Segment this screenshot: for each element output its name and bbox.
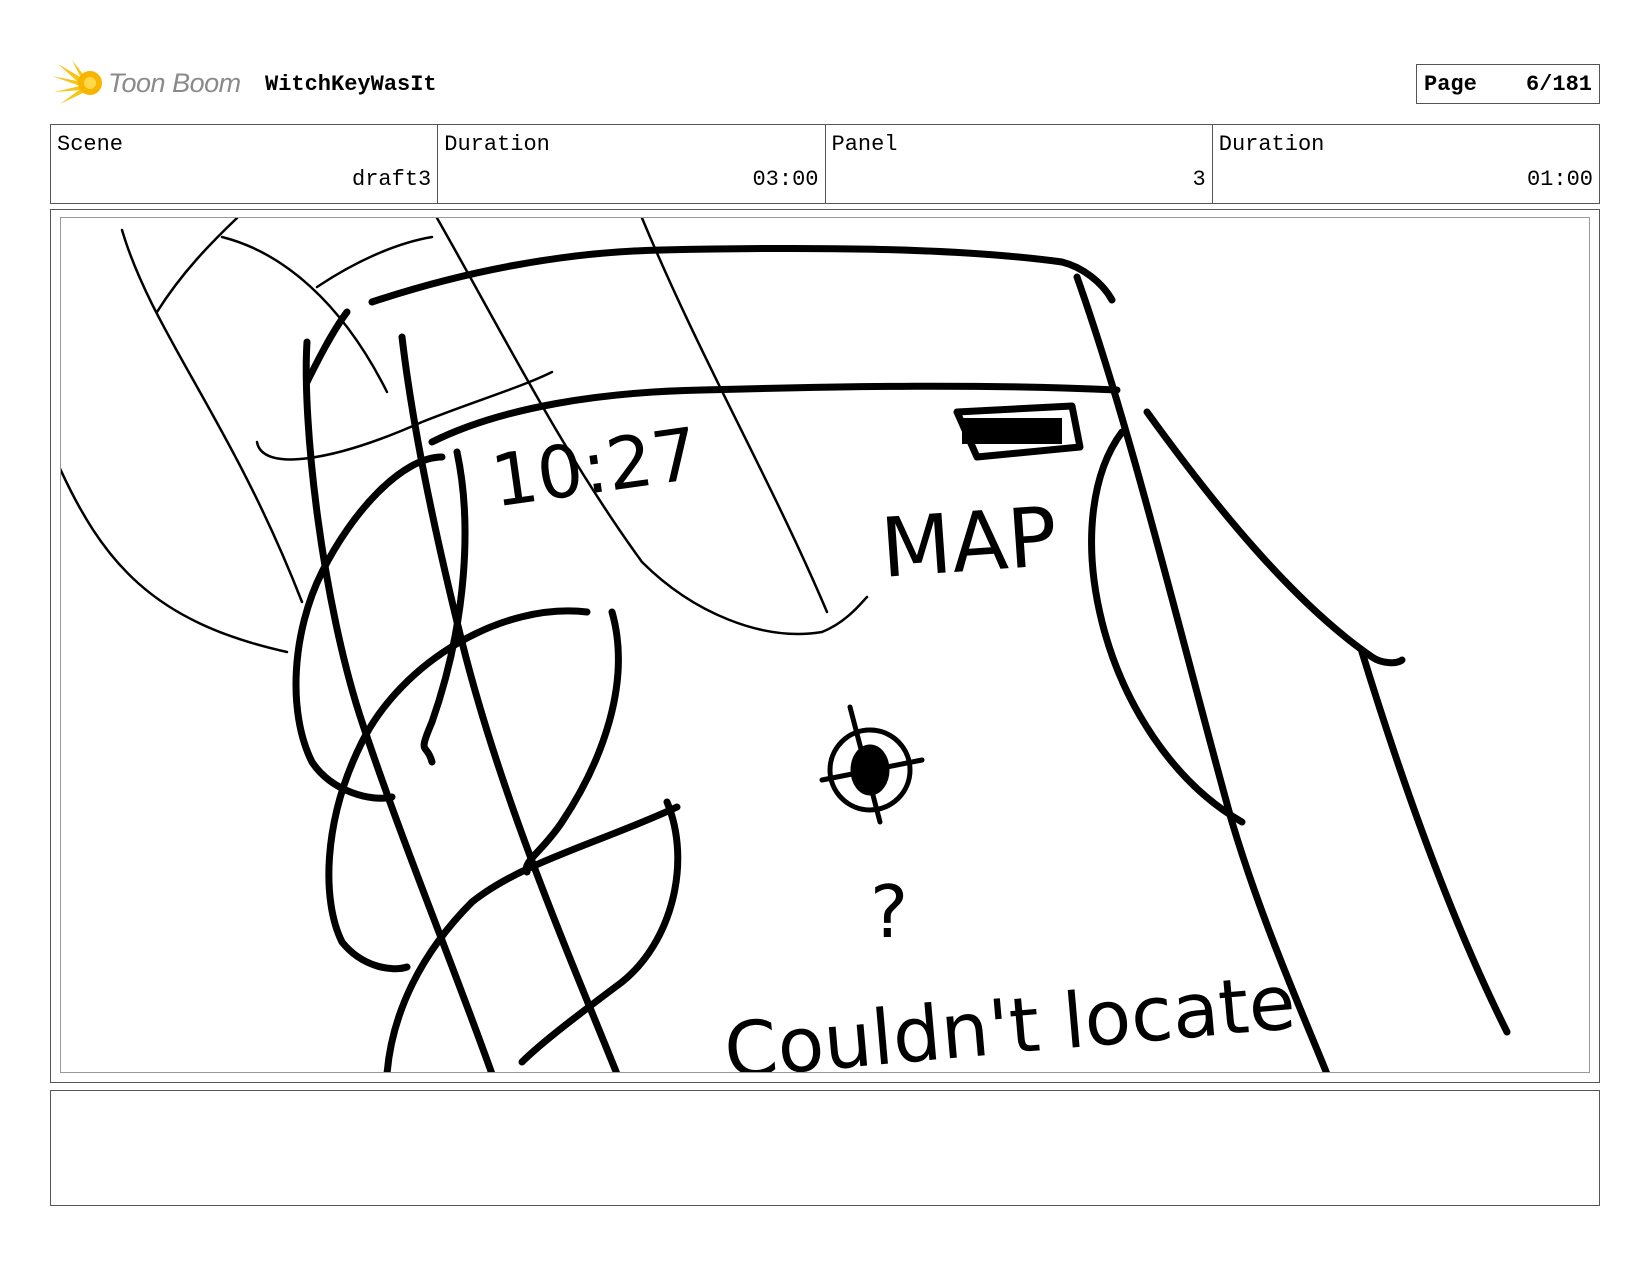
scene-duration-label: Duration (444, 132, 550, 157)
page-indicator: Page 6/181 (1416, 64, 1600, 104)
scene-value: draft3 (352, 167, 432, 192)
panel-frame: 10:27 MAP ? Couldn't locate (50, 209, 1600, 1083)
camera-fill (962, 418, 1062, 444)
scene-info-table: Scene draft3 Duration 03:00 Panel 3 Dura… (50, 124, 1600, 204)
scene-label: Scene (57, 132, 124, 157)
panel-cell: Panel 3 (826, 125, 1213, 203)
hand-sketch (292, 308, 1246, 1072)
panel-label: Panel (831, 132, 898, 157)
toon-boom-logo: Toon Boom (52, 58, 247, 108)
sketch-question-text: ? (870, 870, 908, 954)
scene-cell: Scene draft3 (51, 125, 439, 203)
panel-duration-label: Duration (1218, 132, 1325, 157)
panel-duration-value: 01:00 (1526, 167, 1593, 192)
panel-caption-box (50, 1090, 1600, 1206)
sketch-time-text: 10:27 (486, 411, 703, 523)
storyboard-header: Toon Boom WitchKeyWasIt Page 6/181 (52, 56, 1600, 112)
phone-outline (368, 244, 1511, 1072)
panel-duration-cell: Duration 01:00 (1213, 125, 1599, 203)
burst-icon (52, 60, 102, 104)
page-label: Page (1424, 72, 1477, 97)
location-pin-icon (819, 704, 925, 825)
scene-duration-cell: Duration 03:00 (438, 125, 826, 203)
logo-text: Toon Boom (108, 68, 241, 98)
panel-value: 3 (1192, 167, 1206, 192)
scene-duration-value: 03:00 (752, 167, 819, 192)
sketch-drawing: 10:27 MAP ? Couldn't locate (61, 218, 1511, 1073)
page-number: 6/181 (1525, 72, 1592, 97)
sketch-map-text: MAP (878, 490, 1060, 597)
panel-drawing-area: 10:27 MAP ? Couldn't locate (60, 217, 1590, 1073)
sketch-status-text: Couldn't locate (721, 957, 1299, 1073)
project-title: WitchKeyWasIt (265, 72, 437, 97)
